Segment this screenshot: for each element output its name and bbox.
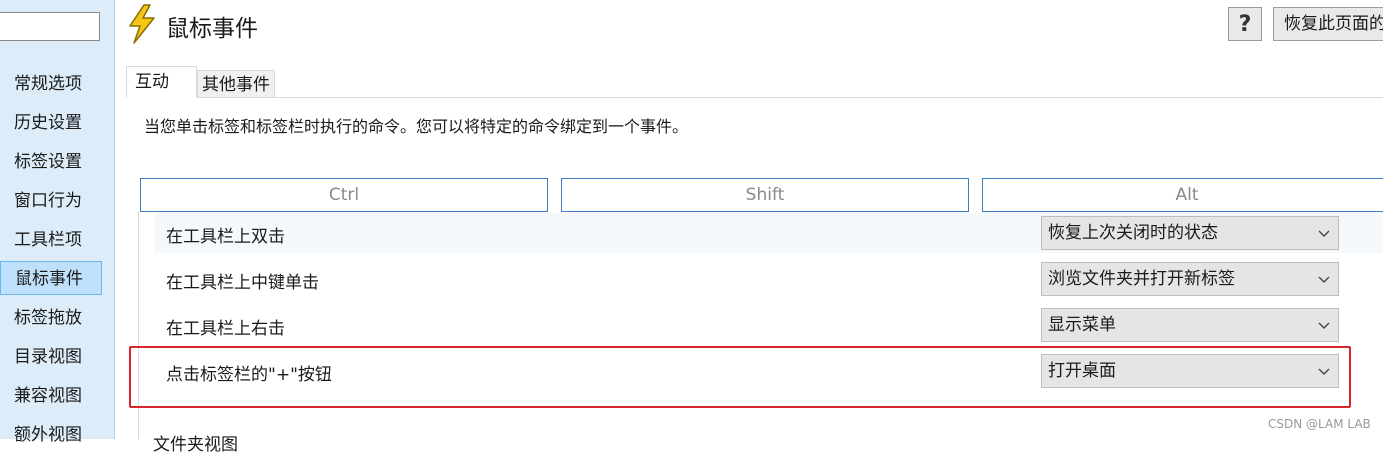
sidebar-item-extra-view[interactable]: 额外视图 [0, 418, 102, 452]
sidebar-item-tab-drag[interactable]: 标签拖放 [0, 301, 102, 335]
watermark: CSDN @LAM LAB [1268, 417, 1371, 431]
select-value: 显示菜单 [1048, 315, 1116, 335]
alt-modifier-button[interactable]: Alt [982, 178, 1383, 212]
search-input[interactable] [0, 12, 100, 41]
event-label: 在工具栏上右击 [166, 319, 285, 339]
event-action-select[interactable]: 浏览文件夹并打开新标签 [1041, 262, 1339, 296]
help-button[interactable]: ? [1228, 7, 1262, 41]
tab-other-events[interactable]: 其他事件 [197, 70, 275, 98]
section-label-folder-view: 文件夹视图 [153, 435, 238, 455]
sidebar-item-compat-view[interactable]: 兼容视图 [0, 379, 102, 413]
help-icon: ? [1238, 11, 1252, 37]
select-value: 浏览文件夹并打开新标签 [1048, 269, 1235, 289]
chevron-down-icon [1318, 322, 1330, 329]
chevron-down-icon [1318, 230, 1330, 237]
sidebar-item-toolbar[interactable]: 工具栏项 [0, 223, 102, 257]
shift-modifier-button[interactable]: Shift [561, 178, 969, 212]
annotation-highlight-box [129, 346, 1351, 408]
sidebar-item-history[interactable]: 历史设置 [0, 106, 102, 140]
tab-divider [126, 97, 1383, 98]
event-label: 在工具栏上双击 [166, 227, 285, 247]
restore-defaults-button[interactable]: 恢复此页面的 [1273, 7, 1383, 41]
event-action-select[interactable]: 显示菜单 [1041, 308, 1339, 342]
description-text: 当您单击标签和标签栏时执行的命令。您可以将特定的命令绑定到一个事件。 [144, 117, 689, 136]
sidebar-item-mouse-events[interactable]: 鼠标事件 [0, 261, 102, 295]
chevron-down-icon [1318, 276, 1330, 283]
sidebar-item-window-behavior[interactable]: 窗口行为 [0, 184, 102, 218]
sidebar-item-tabs[interactable]: 标签设置 [0, 145, 102, 179]
sidebar-item-directory-view[interactable]: 目录视图 [0, 340, 102, 374]
sidebar: 常规选项 历史设置 标签设置 窗口行为 工具栏项 鼠标事件 标签拖放 目录视图 … [0, 0, 115, 445]
select-value: 恢复上次关闭时的状态 [1048, 223, 1218, 243]
lightning-icon [129, 4, 155, 44]
ctrl-modifier-button[interactable]: Ctrl [140, 178, 548, 212]
tab-interaction[interactable]: 互动 [126, 66, 197, 98]
event-label: 在工具栏上中键单击 [166, 273, 319, 293]
event-action-select[interactable]: 恢复上次关闭时的状态 [1041, 216, 1339, 250]
page-title: 鼠标事件 [166, 16, 258, 42]
sidebar-item-general[interactable]: 常规选项 [0, 67, 102, 101]
